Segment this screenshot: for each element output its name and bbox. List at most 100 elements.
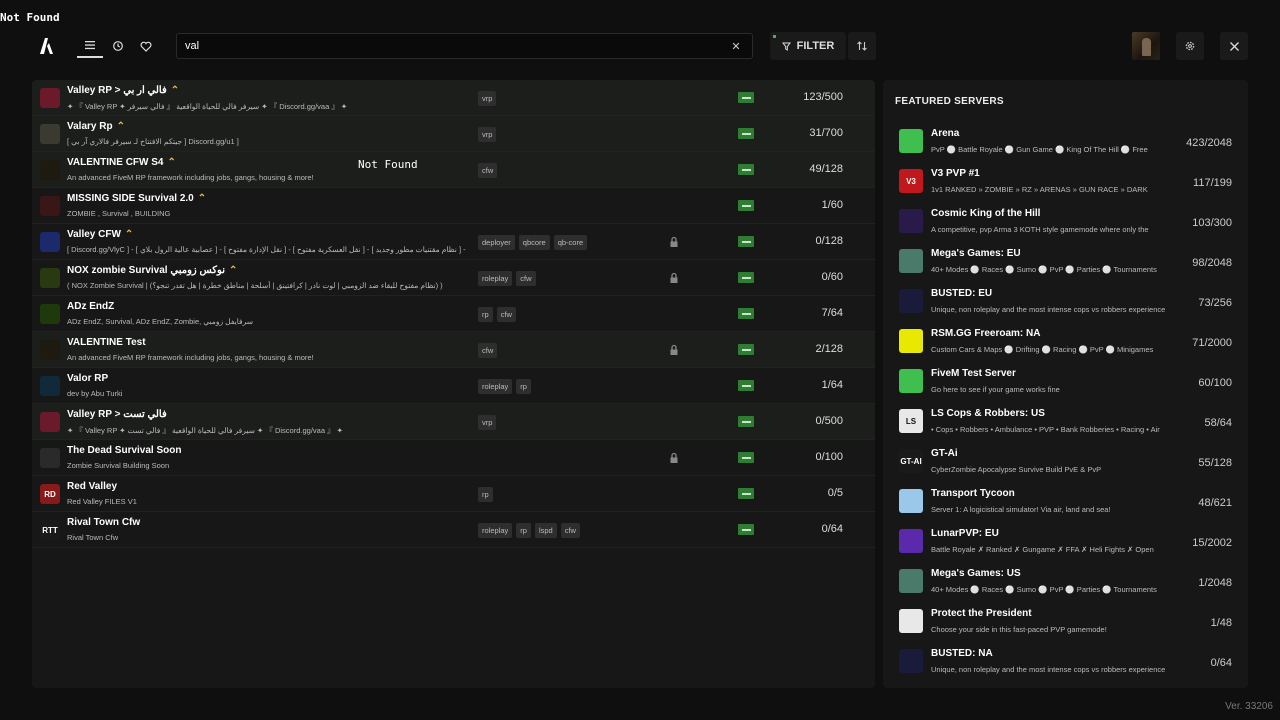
- server-tag[interactable]: vrp: [478, 415, 497, 430]
- list-icon: [85, 41, 95, 50]
- featured-player-count: 1/48: [1210, 617, 1232, 629]
- featured-server-row[interactable]: V3 V3 PVP #1 1v1 RANKED » ZOMBIE » RZ » AR…: [883, 162, 1248, 202]
- search-input[interactable]: val ✕: [176, 33, 753, 59]
- player-count: 1/64: [821, 379, 843, 391]
- server-tag[interactable]: rp: [478, 307, 493, 322]
- server-row[interactable]: VALENTINE Test An advanced FiveM RP frame…: [32, 332, 875, 368]
- missing-side-icon: [40, 196, 60, 216]
- featured-server-row[interactable]: FiveM Test Server Go here to see if your …: [883, 362, 1248, 402]
- fivem-logo-icon[interactable]: [36, 36, 56, 56]
- funnel-icon: [781, 42, 791, 51]
- server-description: An advanced FiveM RP framework including…: [67, 173, 314, 182]
- featured-player-count: 15/2002: [1192, 537, 1232, 549]
- server-tags: cfw: [478, 343, 498, 358]
- featured-server-description: A competitive, pvp Arma 3 KOTH style gam…: [931, 225, 1149, 234]
- featured-server-row[interactable]: LunarPVP: EU Battle Royale ✗ Ranked ✗ Gun…: [883, 522, 1248, 562]
- server-tag[interactable]: roleplay: [478, 379, 513, 394]
- server-row[interactable]: Valley CFW ⌃ [ Discord.gg/VlyC ] - [ عصابي…: [32, 224, 875, 260]
- server-tag[interactable]: roleplay: [478, 523, 513, 538]
- featured-player-count: 103/300: [1192, 217, 1232, 229]
- featured-server-description: Unique, non roleplay and the most intens…: [931, 305, 1166, 314]
- featured-server-name: Protect the President: [931, 608, 1032, 619]
- server-description: Rival Town Cfw: [67, 533, 119, 542]
- server-row[interactable]: MISSING SIDE Survival 2.0 ⌃ ZOMBIE , Survi…: [32, 188, 875, 224]
- server-tag[interactable]: qbcore: [518, 235, 550, 250]
- server-description: ✦ 『 Valley RP ✦ فالي سيرفر 』 سيرفر فالي …: [67, 102, 348, 111]
- sort-button[interactable]: [848, 32, 876, 60]
- server-tag[interactable]: vrp: [478, 91, 497, 106]
- featured-server-row[interactable]: Protect the President Choose your side in…: [883, 602, 1248, 642]
- server-tag[interactable]: cfw: [516, 271, 536, 286]
- server-row[interactable]: Valley RP > فالي ار بي ⌃ ✦ 『 Valley RP ✦ ف…: [32, 80, 875, 116]
- server-tag[interactable]: cfw: [478, 343, 498, 358]
- lock-icon: [670, 272, 678, 283]
- gt-ai-icon: GT-AI: [899, 449, 923, 473]
- server-tag[interactable]: lspd: [534, 523, 557, 538]
- server-list: Valley RP > فالي ار بي ⌃ ✦ 『 Valley RP ✦ ف…: [32, 80, 875, 688]
- server-row[interactable]: Valor RP dev by Abu Turki roleplay rp 1/64: [32, 368, 875, 404]
- featured-server-row[interactable]: Arena PvP ⚪ Battle Royale ⚪ Gun Game ⚪ Ki…: [883, 122, 1248, 162]
- server-tag[interactable]: deployer: [478, 235, 515, 250]
- featured-server-row[interactable]: LS LS Cops & Robbers: US • Cops • Robbers …: [883, 402, 1248, 442]
- server-tag[interactable]: cfw: [496, 307, 516, 322]
- server-row[interactable]: Valley RP > فالي تست ✦ 『 Valley RP ✦ فالي…: [32, 404, 875, 440]
- server-row[interactable]: ADz EndZ ADz EndZ, Survival, ADz EndZ, Zo…: [32, 296, 875, 332]
- featured-server-description: 40+ Modes ⚪ Races ⚪ Sumo ⚪ PvP ⚪ Parties…: [931, 265, 1157, 274]
- featured-server-name: Transport Tycoon: [931, 488, 1015, 499]
- server-tag[interactable]: roleplay: [478, 271, 513, 286]
- server-tag[interactable]: vrp: [478, 127, 497, 142]
- server-name: Valor RP: [67, 373, 109, 384]
- featured-server-description: Battle Royale ✗ Ranked ✗ Gungame ✗ FFA ✗…: [931, 545, 1154, 554]
- server-row[interactable]: The Dead Survival Soon Zombie Survival Bu…: [32, 440, 875, 476]
- featured-server-name: BUSTED: NA: [931, 648, 993, 659]
- nav-history-button[interactable]: [105, 34, 131, 58]
- server-tag[interactable]: rp: [516, 379, 531, 394]
- server-tags: deployer qbcore qb-core: [478, 235, 588, 250]
- server-row[interactable]: Valary Rp ⌃ [ جيتكم الافتتاح لـ سيرفر فالا…: [32, 116, 875, 152]
- server-name: Valley CFW ⌃: [67, 229, 134, 240]
- server-row[interactable]: NOX zombie Survival نوكس زومبي ⌃ ( NOX Zom…: [32, 260, 875, 296]
- server-tag[interactable]: cfw: [478, 163, 498, 178]
- nav-favorites-button[interactable]: [133, 34, 159, 58]
- featured-server-row[interactable]: Cosmic King of the Hill A competitive, pv…: [883, 202, 1248, 242]
- server-row[interactable]: RD Red Valley Red Valley FILES V1 rp 0/5: [32, 476, 875, 512]
- close-button[interactable]: [1220, 32, 1248, 60]
- featured-server-row[interactable]: GT-AI GT-Ai CyberZombie Apocalypse Survive…: [883, 442, 1248, 482]
- featured-list: Arena PvP ⚪ Battle Royale ⚪ Gun Game ⚪ Ki…: [883, 122, 1248, 682]
- server-tag[interactable]: qb-core: [553, 235, 588, 250]
- user-avatar[interactable]: [1132, 32, 1160, 60]
- server-tags: roleplay rp lspd cfw: [478, 523, 580, 538]
- server-description: Zombie Survival Building Soon: [67, 461, 170, 470]
- boost-star-icon: ⌃: [228, 265, 238, 276]
- megas-icon: [899, 249, 923, 273]
- server-name: The Dead Survival Soon: [67, 445, 182, 456]
- server-tag[interactable]: cfw: [560, 523, 580, 538]
- dead-survival-icon: [40, 448, 60, 468]
- nav-list-button[interactable]: [77, 34, 103, 58]
- featured-server-row[interactable]: Mega's Games: US 40+ Modes ⚪ Races ⚪ Sumo…: [883, 562, 1248, 602]
- featured-server-description: Unique, non roleplay and the most intens…: [931, 665, 1166, 674]
- arena-icon: [899, 129, 923, 153]
- clear-search-icon[interactable]: ✕: [728, 40, 744, 53]
- featured-server-row[interactable]: BUSTED: EU Unique, non roleplay and the m…: [883, 282, 1248, 322]
- featured-server-name: RSM.GG Freeroam: NA: [931, 328, 1041, 339]
- featured-server-row[interactable]: RSM.GG Freeroam: NA Custom Cars & Maps ⚪ …: [883, 322, 1248, 362]
- server-tags: rp: [478, 487, 493, 502]
- boost-star-icon: ⌃: [170, 85, 180, 96]
- filter-button[interactable]: FILTER: [770, 32, 846, 60]
- featured-server-description: Go here to see if your game works fine: [931, 385, 1060, 394]
- featured-server-row[interactable]: Mega's Games: EU 40+ Modes ⚪ Races ⚪ Sumo…: [883, 242, 1248, 282]
- player-count: 0/128: [815, 235, 843, 247]
- featured-server-description: 1v1 RANKED » ZOMBIE » RZ » ARENAS » GUN …: [931, 185, 1148, 194]
- featured-server-name: V3 PVP #1: [931, 168, 980, 179]
- featured-player-count: 48/621: [1198, 497, 1232, 509]
- server-row[interactable]: VALENTINE CFW S4 ⌃ An advanced FiveM RP fr…: [32, 152, 875, 188]
- close-icon: [1229, 41, 1239, 51]
- server-tag[interactable]: rp: [478, 487, 493, 502]
- server-row[interactable]: RTT Rival Town Cfw Rival Town Cfw roleplay r…: [32, 512, 875, 548]
- settings-button[interactable]: [1176, 32, 1204, 60]
- featured-server-row[interactable]: BUSTED: NA Unique, non roleplay and the m…: [883, 642, 1248, 682]
- featured-server-row[interactable]: Transport Tycoon Server 1: A logicistical…: [883, 482, 1248, 522]
- saudi-flag-icon: [738, 380, 754, 391]
- server-tag[interactable]: rp: [516, 523, 531, 538]
